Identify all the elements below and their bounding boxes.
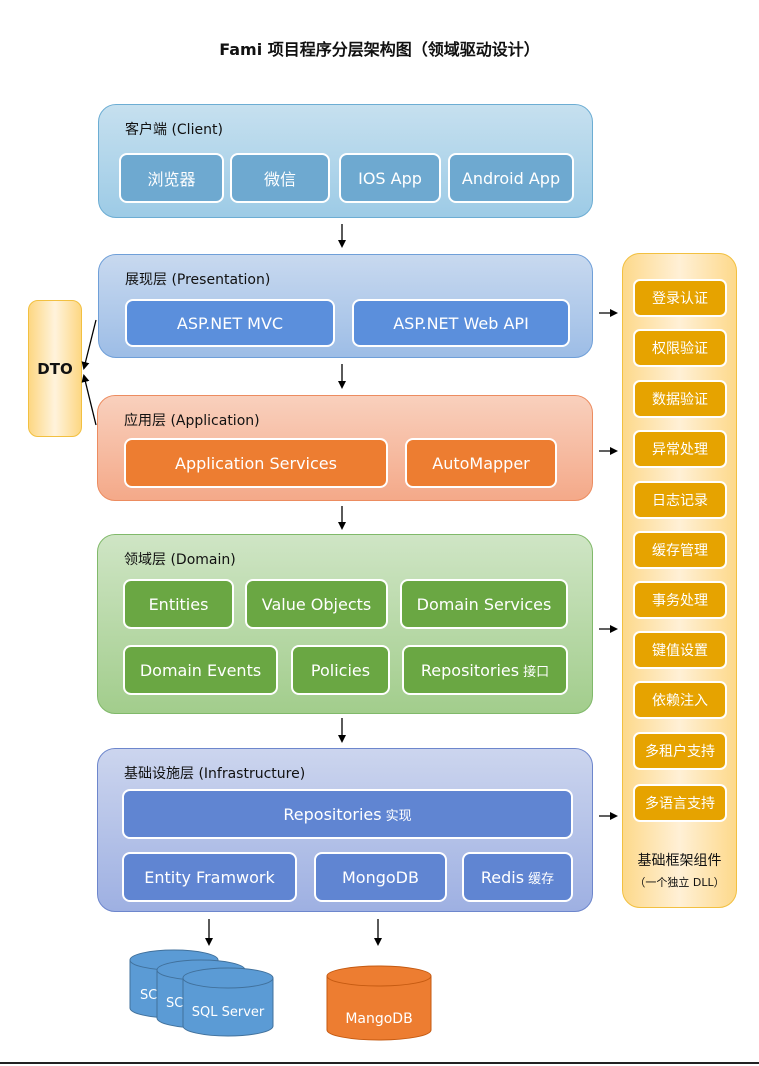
connectors-overlay: SC SC SQL Server MangoDB xyxy=(81,224,618,1041)
sqlserver-db-2-label: SC xyxy=(166,996,183,1011)
sqlserver-db-3: SQL Server xyxy=(182,967,274,1037)
mongo-db: MangoDB xyxy=(326,965,432,1041)
sqlserver-db-3-label: SQL Server xyxy=(192,1005,265,1020)
page-bottom-divider xyxy=(0,1062,759,1064)
sqlserver-db-1-label: SC xyxy=(140,988,157,1003)
arrow-application-to-dto xyxy=(81,374,97,426)
arrow-presentation-to-dto xyxy=(81,319,97,370)
mongo-db-label: MangoDB xyxy=(345,1011,412,1027)
